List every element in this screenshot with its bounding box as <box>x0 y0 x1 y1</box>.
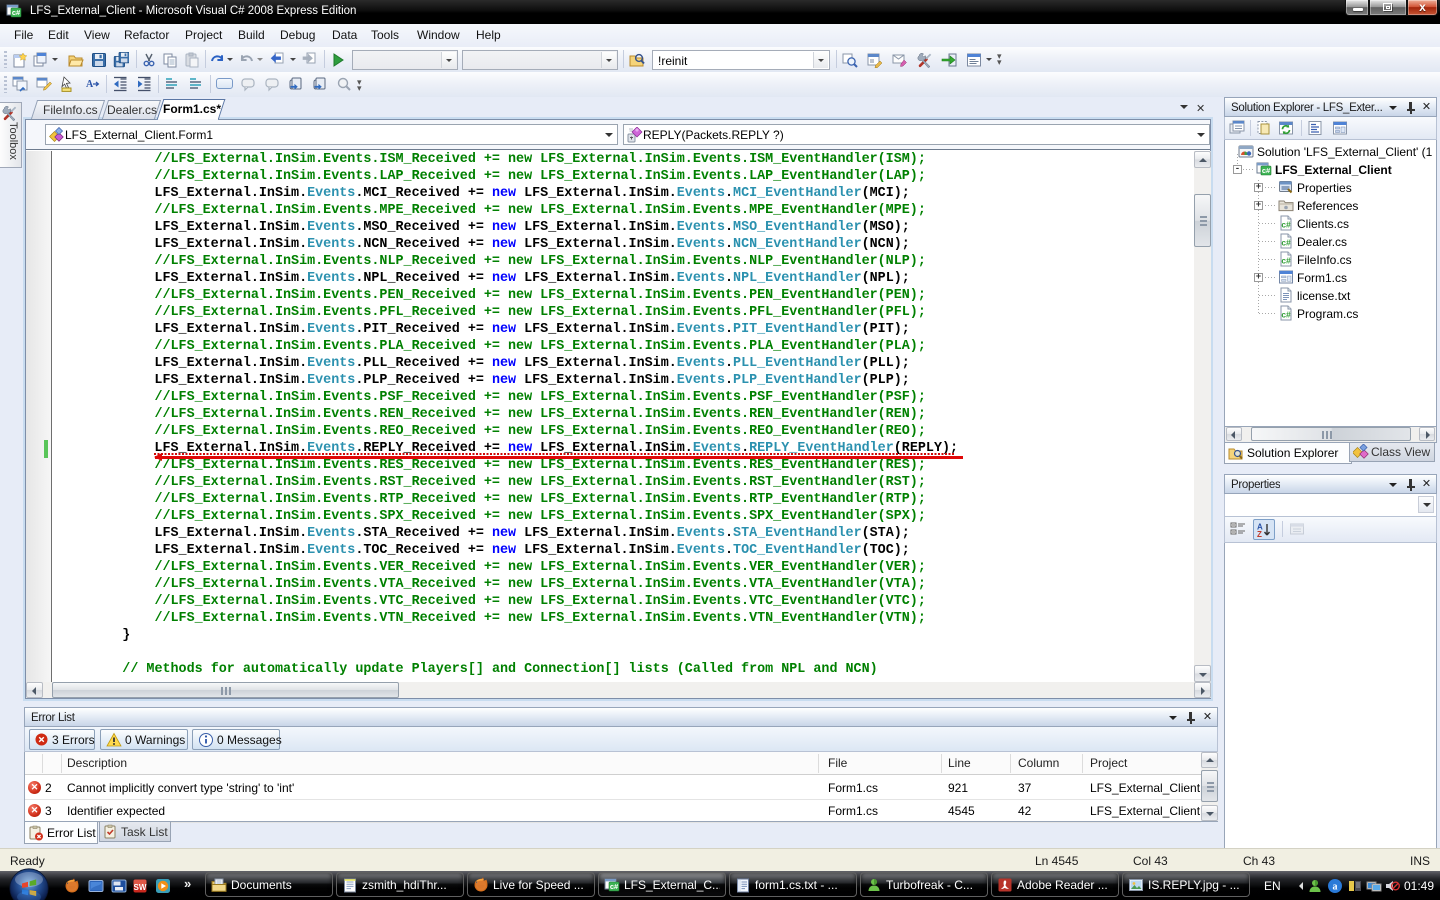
svg-text:c#: c# <box>610 882 619 891</box>
svg-text:a: a <box>1333 882 1338 893</box>
svg-text:SW: SW <box>134 883 147 892</box>
svg-text:c#: c# <box>1281 256 1291 266</box>
svg-text:c#: c# <box>1262 166 1271 175</box>
svg-text:c#: c# <box>1281 310 1291 320</box>
svg-text:Z: Z <box>1257 530 1262 538</box>
svg-text:c#: c# <box>12 8 21 17</box>
svg-text:c#: c# <box>1281 220 1291 230</box>
svg-text:A: A <box>86 79 94 90</box>
svg-text:c#: c# <box>1281 238 1291 248</box>
